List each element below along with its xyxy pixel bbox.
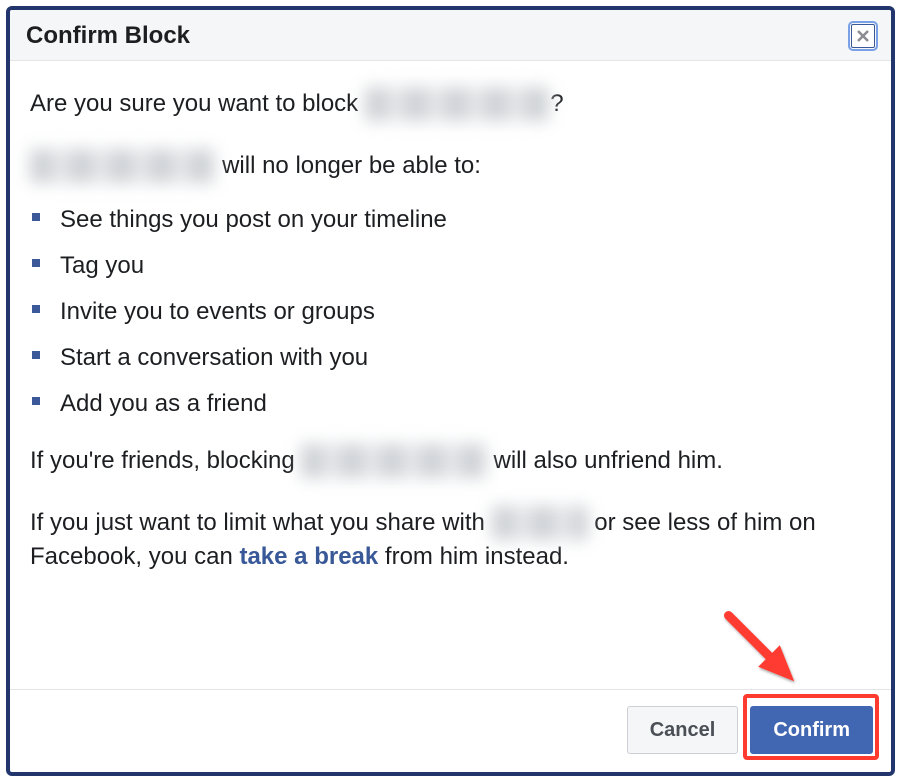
list-item: See things you post on your timeline xyxy=(30,197,871,243)
list-item: Start a conversation with you xyxy=(30,335,871,381)
dialog-footer: Cancel Confirm xyxy=(10,689,891,772)
cancel-button[interactable]: Cancel xyxy=(627,706,739,754)
list-intro-suffix: will no longer be able to: xyxy=(215,152,481,179)
confirm-block-dialog: Confirm Block Are you sure you want to b… xyxy=(6,6,895,776)
restrictions-list: See things you post on your timeline Tag… xyxy=(30,197,871,427)
redacted-name-short: Nicholas xyxy=(492,506,588,540)
prompt-suffix: ? xyxy=(550,90,563,117)
dialog-body: Are you sure you want to block Nicholas … xyxy=(10,61,891,689)
prompt-prefix: Are you sure you want to block xyxy=(30,90,365,117)
redacted-name: Nicholas Shemet xyxy=(301,444,486,478)
close-icon xyxy=(856,29,870,43)
limit-prefix: If you just want to limit what you share… xyxy=(30,509,492,536)
close-button[interactable] xyxy=(851,24,875,48)
list-item: Add you as a friend xyxy=(30,381,871,427)
confirm-button[interactable]: Confirm xyxy=(750,706,873,754)
limit-suffix: from him instead. xyxy=(378,543,569,570)
redacted-name: Nicholas Shemet xyxy=(30,149,215,183)
unfriend-note: If you're friends, blocking Nicholas She… xyxy=(30,444,871,478)
limit-note: If you just want to limit what you share… xyxy=(30,506,871,574)
list-item: Invite you to events or groups xyxy=(30,289,871,335)
dialog-titlebar: Confirm Block xyxy=(10,10,891,61)
unfriend-prefix: If you're friends, blocking xyxy=(30,447,301,474)
dialog-title: Confirm Block xyxy=(26,22,190,50)
redacted-name: Nicholas Shemet xyxy=(365,87,550,121)
list-item: Tag you xyxy=(30,243,871,289)
list-intro: Nicholas Shemet will no longer be able t… xyxy=(30,149,871,183)
unfriend-suffix: will also unfriend him. xyxy=(487,447,723,474)
confirm-prompt: Are you sure you want to block Nicholas … xyxy=(30,87,871,121)
take-a-break-link[interactable]: take a break xyxy=(239,543,378,570)
